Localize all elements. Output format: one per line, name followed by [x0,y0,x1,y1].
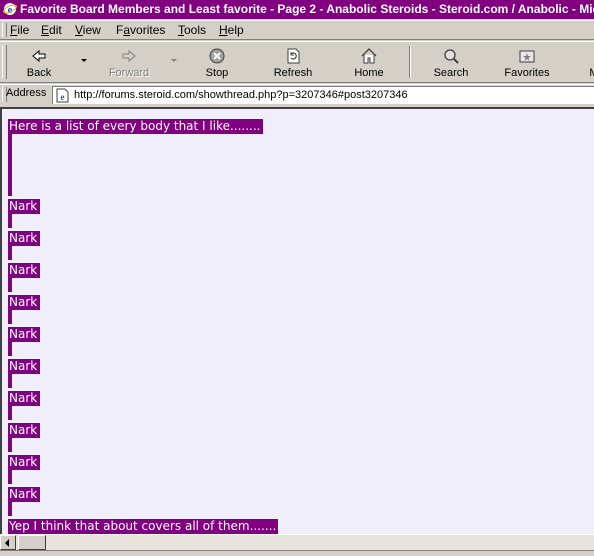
forward-dropdown-arrow[interactable] [171,59,177,62]
home-button[interactable]: Home [348,44,390,80]
selection-highlight [8,406,12,420]
page-content: Here is a list of every body that I like… [0,107,594,534]
list-item: Nark [8,391,41,406]
back-dropdown-arrow[interactable] [81,59,87,62]
list-item: Nark [8,487,41,502]
post-intro-text: Here is a list of every body that I like… [8,119,263,134]
selection-highlight [8,374,12,388]
toolbar-separator [409,46,411,78]
stop-icon [209,48,225,64]
ie-page-icon: e [56,88,69,103]
refresh-button[interactable]: Refresh [266,44,320,80]
window-titlebar[interactable]: e Favorite Board Members and Least favor… [0,0,594,19]
menu-bar: File Edit View Favorites Tools Help [0,20,594,40]
ie-logo-icon: e [3,3,17,16]
horizontal-scrollbar[interactable] [0,534,594,550]
selection-highlight [8,246,12,260]
menu-view[interactable]: View [75,23,101,37]
selection-highlight [8,438,12,452]
back-arrow-icon [32,49,46,63]
forward-arrow-icon [122,49,136,63]
list-item: Nark [8,423,41,438]
status-bar [0,550,594,556]
list-item: Nark [8,231,41,246]
menu-favorites[interactable]: Favorites [116,23,165,37]
back-button[interactable]: Back [14,44,64,80]
address-bar: Address e http://forums.steroid.com/show… [0,84,594,105]
home-icon [361,48,377,64]
more-toolbar-button[interactable]: M [584,44,594,80]
menu-file[interactable]: File [10,23,29,37]
toolbar-grip[interactable] [2,45,7,79]
svg-text:e: e [61,92,65,102]
stop-button[interactable]: Stop [194,44,240,80]
selection-highlight [8,214,12,228]
address-label: Address [6,87,47,99]
post-outro-text: Yep I think that about covers all of the… [8,519,279,534]
selection-highlight [8,342,12,356]
selection-highlight [8,278,12,292]
address-input[interactable]: e http://forums.steroid.com/showthread.p… [52,86,594,104]
favorites-button[interactable]: Favorites [500,44,554,80]
list-item: Nark [8,359,41,374]
menu-edit[interactable]: Edit [41,23,62,37]
scroll-thumb[interactable] [18,535,46,550]
list-item: Nark [8,295,41,310]
selection-highlight [8,310,12,324]
selection-highlight [8,134,12,196]
window-title: Favorite Board Members and Least favorit… [20,2,594,16]
list-item: Nark [8,199,41,214]
selection-highlight [8,470,12,484]
menubar-grip[interactable] [2,23,7,37]
favorites-icon [519,50,535,63]
menu-help[interactable]: Help [219,23,244,37]
scroll-left-button[interactable] [0,535,16,550]
menu-tools[interactable]: Tools [178,23,206,37]
search-icon [444,49,459,64]
list-item: Nark [8,455,41,470]
selection-highlight [8,502,12,516]
list-item: Nark [8,327,41,342]
list-item: Nark [8,263,41,278]
forward-button[interactable]: Forward [100,44,158,80]
search-button[interactable]: Search [426,44,476,80]
standard-toolbar: Back Forward Stop Refresh Home Search Fa… [0,41,594,83]
address-url: http://forums.steroid.com/showthread.php… [74,89,408,101]
refresh-icon [287,48,300,64]
